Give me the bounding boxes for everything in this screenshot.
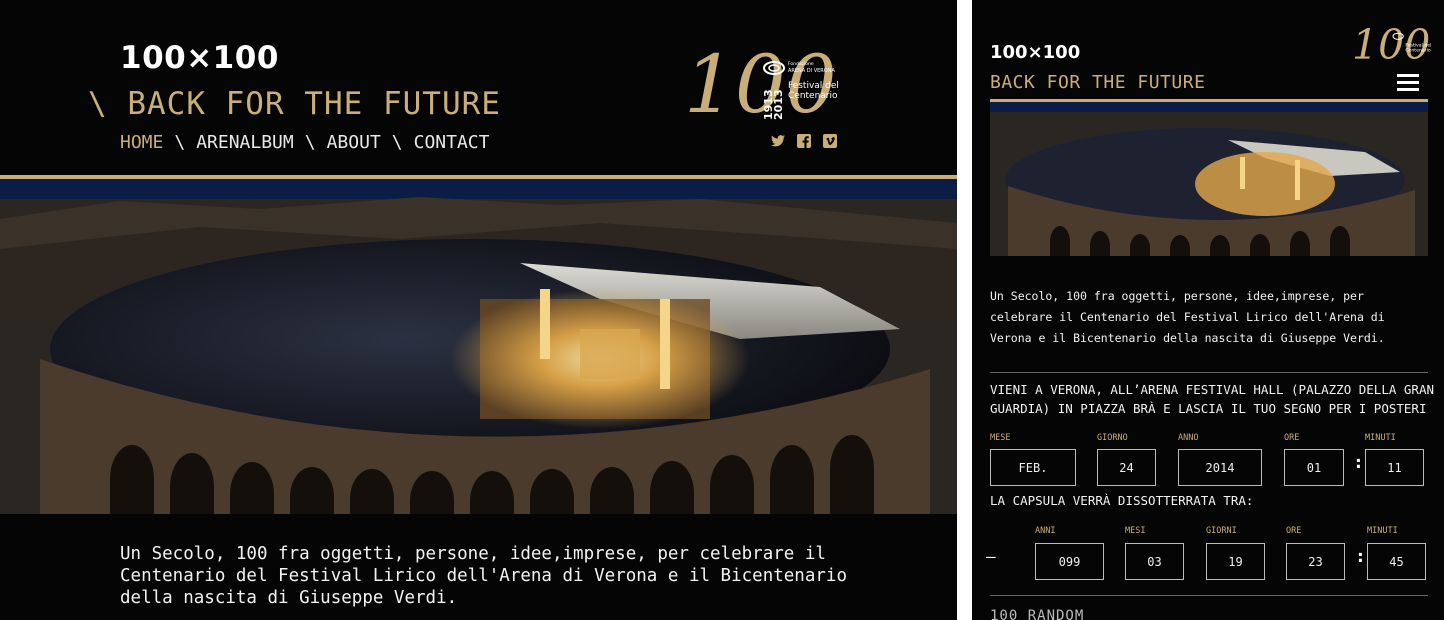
social-links — [771, 134, 837, 148]
site-title[interactable]: 100×100 — [120, 40, 279, 76]
anni-label: ANNI — [1035, 526, 1056, 536]
logo-foundation-label: Fondazione — [788, 61, 814, 67]
desktop-view: 100×100 \ BACK FOR THE FUTURE HOME \ ARE… — [0, 0, 957, 620]
hero-image-arena — [0, 179, 957, 514]
nav-home[interactable]: HOME — [120, 132, 163, 153]
vimeo-icon[interactable] — [823, 134, 837, 148]
main-nav: HOME \ ARENALBUM \ ABOUT \ CONTACT — [120, 132, 489, 153]
giorno-label: GIORNO — [1097, 433, 1128, 443]
nav-contact[interactable]: CONTACT — [414, 132, 490, 153]
section-divider — [990, 595, 1428, 596]
giorno-field[interactable]: 24 — [1097, 449, 1156, 486]
random-section-heading: 100 RANDOM — [990, 608, 1085, 620]
site-title[interactable]: 100×100 — [990, 42, 1080, 63]
countdown-minuti-value: 45 — [1367, 543, 1426, 580]
countdown-minuti-label: MINUTI — [1367, 526, 1398, 536]
ore-label: ORE — [1284, 433, 1300, 443]
mese-label: MESE — [990, 433, 1011, 443]
centenary-logo[interactable]: 100 Festival del Centenario — [1352, 22, 1432, 68]
intro-paragraph: Un Secolo, 100 fra oggetti, persone, ide… — [990, 289, 1385, 345]
invite-paragraph: VIENI A VERONA, ALL’ARENA FESTIVAL HALL … — [990, 382, 1435, 416]
time-colon: : — [1353, 452, 1364, 473]
anno-field[interactable]: 2014 — [1178, 449, 1262, 486]
anni-value: 099 — [1035, 543, 1104, 580]
logo-festival-line1: Festival del — [1405, 43, 1431, 49]
twitter-icon[interactable] — [771, 134, 785, 148]
minuti-field[interactable]: 11 — [1365, 449, 1424, 486]
hamburger-menu-icon[interactable] — [1397, 74, 1419, 92]
nav-separator: \ — [174, 132, 186, 153]
countdown-title: LA CAPSULA VERRÀ DISSOTTERRATA TRA: — [990, 493, 1254, 508]
centenary-logo[interactable]: 100 1913 2013 Fondazione ARENA DI VERONA… — [684, 42, 840, 128]
logo-festival-line2: Centenario — [1405, 48, 1431, 54]
mobile-view: 100×100 BACK FOR THE FUTURE 100 Festival… — [972, 0, 1444, 620]
logo-year-bottom: 2013 — [772, 89, 785, 120]
intro-paragraph: Un Secolo, 100 fra oggetti, persone, ide… — [120, 544, 847, 608]
logo-festival-line2: Centenario — [788, 91, 838, 101]
mese-field[interactable]: FEB. — [990, 449, 1076, 486]
giorni-value: 19 — [1206, 543, 1265, 580]
minuti-label: MINUTI — [1365, 433, 1396, 443]
giorni-label: GIORNI — [1206, 526, 1237, 536]
nav-separator: \ — [304, 132, 316, 153]
facebook-icon[interactable] — [797, 134, 811, 148]
nav-arenalbum[interactable]: ARENALBUM — [196, 132, 294, 153]
countdown-sign: – — [986, 547, 996, 566]
hero-image-arena — [990, 102, 1428, 256]
logo-festival-line1: Festival del — [788, 81, 839, 91]
nav-separator: \ — [391, 132, 403, 153]
section-divider — [990, 372, 1428, 373]
time-colon: : — [1355, 546, 1366, 567]
site-tagline: BACK FOR THE FUTURE — [990, 72, 1206, 93]
mesi-value: 03 — [1125, 543, 1184, 580]
ore-field[interactable]: 01 — [1284, 449, 1344, 486]
logo-foundation-name: ARENA DI VERONA — [788, 68, 835, 74]
countdown-ore-value: 23 — [1286, 543, 1345, 580]
countdown-ore-label: ORE — [1286, 526, 1302, 536]
site-tagline: \ BACK FOR THE FUTURE — [88, 86, 501, 122]
nav-about[interactable]: ABOUT — [327, 132, 381, 153]
anno-label: ANNO — [1178, 433, 1199, 443]
mesi-label: MESI — [1125, 526, 1146, 536]
